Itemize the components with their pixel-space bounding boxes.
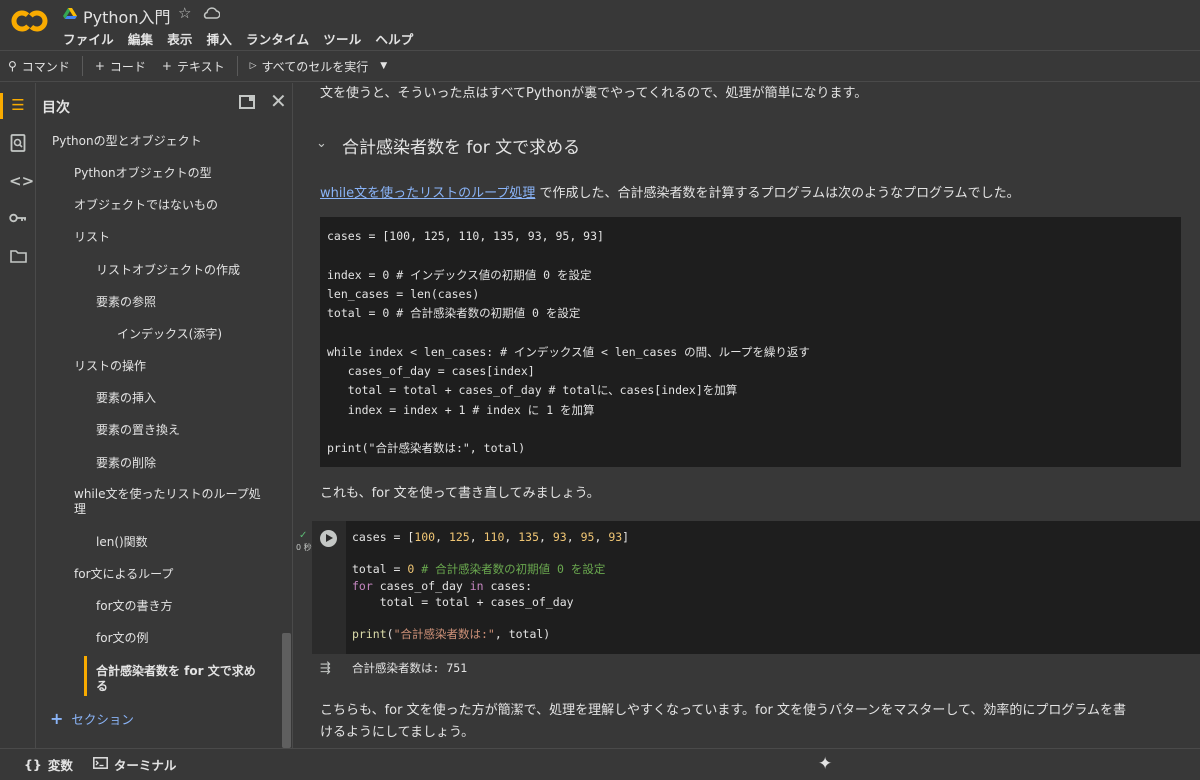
toolbar-divider xyxy=(236,56,238,76)
cell-code-editor[interactable]: cases = [100, 125, 110, 135, 93, 95, 93]… xyxy=(352,529,629,642)
intro-text: 文を使うと、そういった点はすべてPythonが裏でやってくれるので、処理が簡単に… xyxy=(320,86,868,101)
drive-icon[interactable] xyxy=(63,7,77,21)
find-icon[interactable] xyxy=(9,134,27,152)
paragraph-3-line-2: けるようにしてましょう。 xyxy=(320,725,475,740)
add-text-button[interactable]: + テキスト xyxy=(154,51,233,81)
output-icon[interactable]: ⇶ xyxy=(320,661,331,676)
check-icon: ✓ xyxy=(299,530,308,541)
variables-button[interactable]: {} 変数 xyxy=(24,755,73,774)
header: Python入門 ☆ ファイル 編集 表示 挿入 ランタイム ツール ヘルプ xyxy=(0,0,1200,50)
toc-item[interactable]: 要素の削除 xyxy=(96,456,156,471)
toc-item[interactable]: for文の例 xyxy=(96,631,149,646)
toc-item[interactable]: オブジェクトではないもの xyxy=(74,198,218,213)
caret-down-icon: ▼ xyxy=(380,61,388,71)
command-button[interactable]: ⚲ コマンド xyxy=(0,51,78,81)
toolbar-divider xyxy=(81,56,83,76)
menu-edit[interactable]: 編集 xyxy=(128,29,153,48)
toc-item[interactable]: while文を使ったリストのループ処理 xyxy=(74,487,264,517)
menu-insert[interactable]: 挿入 xyxy=(207,29,232,48)
menu-tools[interactable]: ツール xyxy=(323,29,361,48)
toc-item[interactable]: リストオブジェクトの作成 xyxy=(96,263,240,278)
menu-help[interactable]: ヘルプ xyxy=(375,29,413,48)
add-code-button[interactable]: + コード xyxy=(87,51,154,81)
key-icon[interactable] xyxy=(9,210,27,228)
run-options-dropdown[interactable]: ▼ xyxy=(376,51,391,81)
plus-icon: + xyxy=(94,59,105,73)
run-all-button[interactable]: ▷ すべてのセルを実行 xyxy=(242,51,377,81)
notebook-main: 文を使うと、そういった点はすべてPythonが裏でやってくれるので、処理が簡単に… xyxy=(294,83,1200,748)
section-heading: 合計感染者数を for 文で求める xyxy=(342,138,581,158)
paragraph-3-line-1: こちらも、for 文を使った方が簡潔で、処理を理解しやすくなっています。for … xyxy=(320,703,1126,718)
cell-output: 合計感染者数は: 751 xyxy=(352,661,468,675)
add-section-button[interactable]: + セクション xyxy=(50,709,134,728)
toc-selected-indicator xyxy=(84,656,87,696)
close-icon[interactable]: ✕ xyxy=(270,89,287,113)
rail-active-indicator xyxy=(0,93,3,119)
toc-item[interactable]: Pythonの型とオブジェクト xyxy=(52,134,202,149)
toc-item[interactable]: リスト xyxy=(74,230,110,245)
cell-gutter xyxy=(312,521,346,654)
gemini-sparkle-icon[interactable]: ✦ xyxy=(818,754,832,774)
toc-item[interactable]: リストの操作 xyxy=(74,359,146,374)
while-loop-link[interactable]: while文を使ったリストのループ処理 xyxy=(320,186,535,201)
toc-panel: 目次 ✕ Pythonの型とオブジェクト Pythonオブジェクトの型 オブジェ… xyxy=(36,83,293,748)
plus-icon: + xyxy=(161,59,172,73)
code-block: cases = [100, 125, 110, 135, 93, 95, 93]… xyxy=(320,217,1181,467)
colab-logo[interactable] xyxy=(10,6,50,36)
terminal-button[interactable]: ターミナル xyxy=(92,755,176,774)
toc-item[interactable]: Pythonオブジェクトの型 xyxy=(74,166,212,181)
code-cell[interactable]: cases = [100, 125, 110, 135, 93, 95, 93]… xyxy=(312,521,1200,654)
toc-title: 目次 xyxy=(42,100,70,116)
terminal-icon xyxy=(92,757,108,772)
toc-item[interactable]: 要素の参照 xyxy=(96,295,156,310)
open-window-icon[interactable] xyxy=(239,95,255,109)
paragraph-2: これも、for 文を使って書き直してみましょう。 xyxy=(320,486,600,501)
braces-icon: {} xyxy=(24,757,42,772)
folder-icon[interactable] xyxy=(9,249,27,267)
toc-item[interactable]: 要素の置き換え xyxy=(96,423,180,438)
paragraph-1: while文を使ったリストのループ処理 で作成した、合計感染者数を計算するプログ… xyxy=(320,186,1020,201)
toc-icon[interactable]: ☰ xyxy=(9,96,27,114)
plus-icon: + xyxy=(50,709,64,728)
toc-item[interactable]: 要素の挿入 xyxy=(96,391,156,406)
left-rail: ☰ <> xyxy=(0,83,36,748)
play-icon: ▷ xyxy=(249,61,257,71)
notebook-title[interactable]: Python入門 xyxy=(83,4,170,28)
menu-view[interactable]: 表示 xyxy=(167,29,192,48)
toc-item-selected[interactable]: 合計感染者数を for 文で求める xyxy=(96,664,256,694)
star-icon[interactable]: ☆ xyxy=(178,4,191,22)
toolbar: ⚲ コマンド + コード + テキスト ▷ すべてのセルを実行 ▼ xyxy=(0,50,1200,82)
toc-item[interactable]: for文によるループ xyxy=(74,567,173,582)
toc-item[interactable]: インデックス(添字) xyxy=(117,327,222,342)
status-bar: {} 変数 ターミナル xyxy=(0,748,1200,780)
search-icon: ⚲ xyxy=(8,59,17,73)
toc-item[interactable]: for文の書き方 xyxy=(96,599,173,614)
toc-scrollbar[interactable] xyxy=(282,633,291,748)
menu-runtime[interactable]: ランタイム xyxy=(246,29,309,48)
chevron-down-icon[interactable]: ⌄ xyxy=(316,136,327,151)
toc-item[interactable]: len()関数 xyxy=(96,535,148,550)
cloud-icon[interactable] xyxy=(202,6,220,20)
menu-bar: ファイル 編集 表示 挿入 ランタイム ツール ヘルプ xyxy=(63,29,428,48)
exec-time: 0 秒 xyxy=(296,543,312,552)
code-snippets-icon[interactable]: <> xyxy=(9,172,34,190)
menu-file[interactable]: ファイル xyxy=(63,29,114,48)
run-cell-button[interactable] xyxy=(320,530,337,547)
